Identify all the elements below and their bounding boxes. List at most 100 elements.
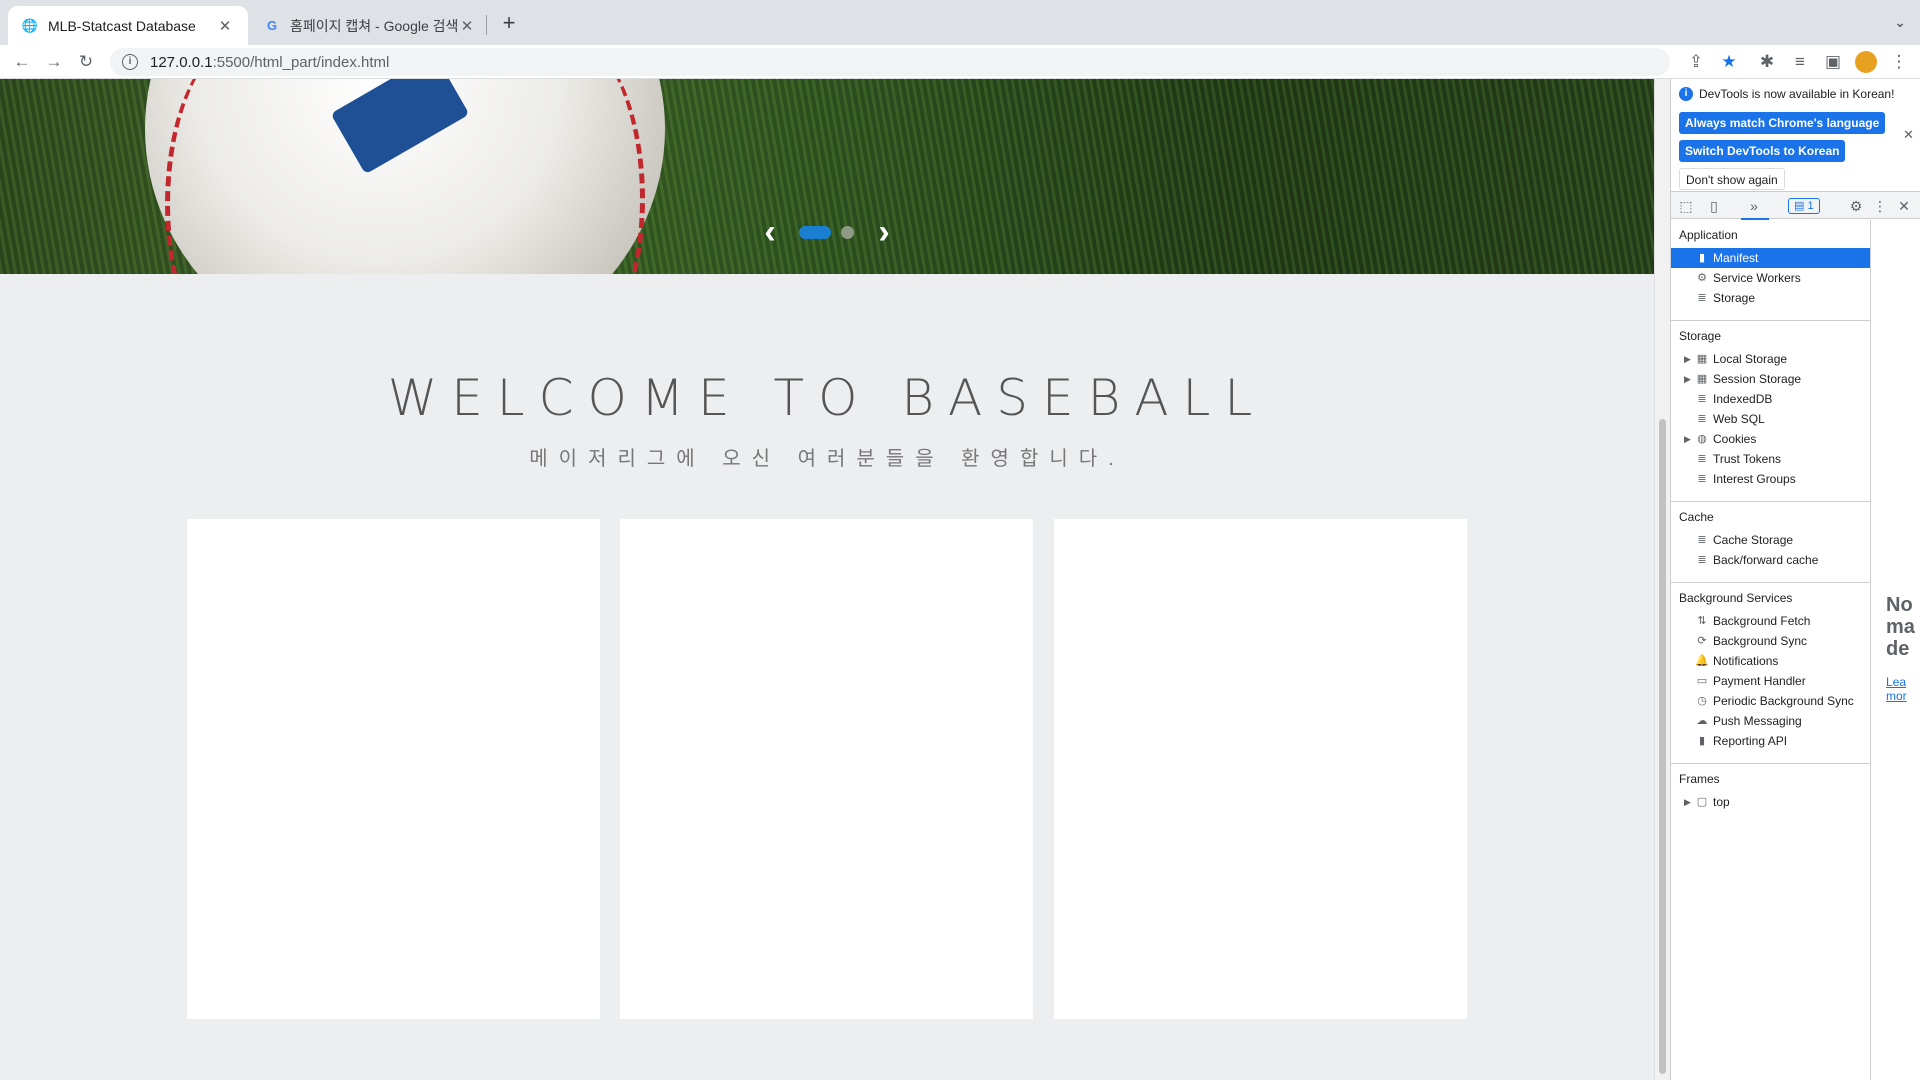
cloud-icon: ☁ <box>1696 715 1708 727</box>
frame-window-icon: ▢ <box>1696 796 1708 808</box>
dont-show-again-button[interactable]: Don't show again <box>1679 168 1785 190</box>
scrollbar-thumb[interactable] <box>1659 419 1666 1074</box>
expand-triangle-icon[interactable]: ▶ <box>1684 349 1691 369</box>
carousel-prev-icon[interactable]: ‹ <box>756 215 784 249</box>
new-tab-button[interactable]: + <box>498 12 520 34</box>
switch-korean-button[interactable]: Switch DevTools to Korean <box>1679 140 1846 162</box>
carousel-indicator[interactable] <box>841 226 854 239</box>
sidebar-item-storage[interactable]: ≣ Storage <box>1671 288 1870 308</box>
database-icon: ≣ <box>1697 534 1707 546</box>
expand-triangle-icon[interactable]: ▶ <box>1684 369 1691 389</box>
sidebar-item-web-sql[interactable]: ≣ Web SQL <box>1671 409 1870 429</box>
content-card <box>1054 519 1467 1019</box>
settings-gear-icon[interactable]: ⚙ <box>1847 197 1865 215</box>
tab-google-search[interactable]: G 홈페이지 캡쳐 - Google 검색 ✕ <box>250 6 490 45</box>
close-tab-icon[interactable]: ✕ <box>458 17 476 35</box>
forward-icon[interactable]: → <box>42 50 66 74</box>
tab-title: 홈페이지 캡쳐 - Google 검색 <box>290 17 458 34</box>
sidebar-item-back-forward-cache[interactable]: ≣ Back/forward cache <box>1671 550 1870 570</box>
grid-icon: ▦ <box>1696 353 1708 365</box>
gear-icon: ⚙ <box>1697 272 1707 284</box>
welcome-subtitle: 메이저리그에 오신 여러분들을 환영합니다. <box>529 448 1125 470</box>
sidebar-item-payment-handler[interactable]: ▭ Payment Handler <box>1671 671 1870 691</box>
issues-badge[interactable]: ▤ 1 <box>1788 198 1820 214</box>
sidebar-item-indexeddb[interactable]: ≣ IndexedDB <box>1671 389 1870 409</box>
bookmark-star-icon[interactable]: ★ <box>1717 50 1741 74</box>
sidebar-item-frame-top[interactable]: ▶ ▢ top <box>1671 792 1870 812</box>
tab-mlb-statcast[interactable]: 🌐 MLB-Statcast Database ✕ <box>8 6 248 45</box>
back-icon[interactable]: ← <box>10 50 34 74</box>
tab-strip: 🌐 MLB-Statcast Database ✕ G 홈페이지 캡쳐 - Go… <box>0 0 1920 45</box>
expand-triangle-icon[interactable]: ▶ <box>1684 429 1691 449</box>
up-down-arrows-icon: ⇅ <box>1697 615 1707 627</box>
side-panel-icon[interactable]: ▣ <box>1821 50 1845 74</box>
carousel-indicator-active[interactable] <box>799 226 831 239</box>
section-application: Application <box>1679 228 1738 242</box>
sidebar-item-local-storage[interactable]: ▶ ▦ Local Storage <box>1671 349 1870 369</box>
database-icon: ≣ <box>1697 292 1707 304</box>
tab-title: MLB-Statcast Database <box>48 17 196 34</box>
more-tabs-icon[interactable]: » <box>1745 197 1763 215</box>
sidebar-item-manifest[interactable]: ▮ Manifest <box>1671 248 1870 268</box>
section-storage: Storage <box>1679 329 1722 343</box>
file-icon: ▮ <box>1698 252 1706 264</box>
welcome-title: WELCOME TO BASEBALL <box>387 369 1267 427</box>
cookie-icon: ◍ <box>1697 433 1707 445</box>
section-frames: Frames <box>1679 772 1720 786</box>
sidebar-item-background-fetch[interactable]: ⇅ Background Fetch <box>1671 611 1870 631</box>
database-icon: ≣ <box>1697 413 1707 425</box>
sidebar-item-notifications[interactable]: 🔔 Notifications <box>1671 651 1870 671</box>
clock-icon: ◷ <box>1697 695 1707 707</box>
devtools-menu-icon[interactable]: ⋮ <box>1871 197 1889 215</box>
tab-search-chevron-icon[interactable]: ⌄ <box>1894 14 1906 31</box>
globe-icon: 🌐 <box>21 17 39 33</box>
learn-more-link[interactable]: Lea mor <box>1886 675 1907 703</box>
sidebar-item-cookies[interactable]: ▶ ◍ Cookies <box>1671 429 1870 449</box>
google-icon: G <box>266 18 278 33</box>
bell-icon: 🔔 <box>1695 655 1709 667</box>
sidebar-item-session-storage[interactable]: ▶ ▦ Session Storage <box>1671 369 1870 389</box>
address-bar[interactable]: i 127.0.0.1:5500/html_part/index.html <box>110 48 1670 76</box>
close-infobar-icon[interactable]: ✕ <box>1903 127 1914 143</box>
sidebar-item-background-sync[interactable]: ⟳ Background Sync <box>1671 631 1870 651</box>
close-devtools-icon[interactable]: ✕ <box>1895 197 1913 215</box>
database-icon: ≣ <box>1697 393 1707 405</box>
section-background-services: Background Services <box>1679 591 1793 605</box>
sidebar-item-reporting-api[interactable]: ▮ Reporting API <box>1671 731 1870 751</box>
sidebar-item-cache-storage[interactable]: ≣ Cache Storage <box>1671 530 1870 550</box>
inspect-element-icon[interactable]: ⬚ <box>1677 197 1695 215</box>
database-icon: ≣ <box>1697 554 1707 566</box>
application-sidebar: Application ▮ Manifest ⚙ Service Workers ≣… <box>1671 220 1871 1080</box>
browser-toolbar: ← → ↻ i 127.0.0.1:5500/html_part/index.h… <box>0 45 1920 79</box>
section-cache: Cache <box>1679 510 1714 524</box>
language-infobar: i DevTools is now available in Korean! Al… <box>1671 79 1920 190</box>
credit-card-icon: ▭ <box>1696 675 1708 687</box>
extensions-icon[interactable]: ✱ <box>1755 50 1779 74</box>
site-info-icon[interactable]: i <box>122 54 138 70</box>
close-tab-icon[interactable]: ✕ <box>216 17 234 35</box>
file-icon: ▮ <box>1698 735 1706 747</box>
sidebar-item-periodic-background-sync[interactable]: ◷ Periodic Background Sync <box>1671 691 1870 711</box>
device-toolbar-icon[interactable]: ▯ <box>1705 197 1723 215</box>
browser-menu-icon[interactable]: ⋮ <box>1887 50 1911 74</box>
expand-triangle-icon[interactable]: ▶ <box>1684 792 1691 812</box>
page-scrollbar[interactable] <box>1654 79 1670 1080</box>
database-icon: ≣ <box>1697 453 1707 465</box>
sync-icon: ⟳ <box>1697 635 1707 647</box>
sidebar-item-service-workers[interactable]: ⚙ Service Workers <box>1671 268 1870 288</box>
page-viewport: ‹ › WELCOME TO BASEBALL 메이저리그에 오신 여러분들을 … <box>0 79 1654 1080</box>
tab-divider <box>486 15 487 35</box>
devtools-panel: i DevTools is now available in Korean! Al… <box>1670 79 1920 1080</box>
profile-avatar[interactable] <box>1854 50 1878 74</box>
sidebar-item-trust-tokens[interactable]: ≣ Trust Tokens <box>1671 449 1870 469</box>
sidebar-item-push-messaging[interactable]: ☁ Push Messaging <box>1671 711 1870 731</box>
reload-icon[interactable]: ↻ <box>74 50 98 74</box>
url-path: :5500/html_part/index.html <box>212 53 390 71</box>
media-queue-icon[interactable]: ≡ <box>1788 50 1812 74</box>
info-icon: i <box>1679 87 1693 101</box>
match-language-button[interactable]: Always match Chrome's language <box>1679 112 1886 134</box>
share-icon[interactable]: ⇪ <box>1684 50 1708 74</box>
sidebar-item-interest-groups[interactable]: ≣ Interest Groups <box>1671 469 1870 489</box>
hero-carousel: ‹ › <box>0 79 1654 274</box>
carousel-next-icon[interactable]: › <box>870 215 898 249</box>
